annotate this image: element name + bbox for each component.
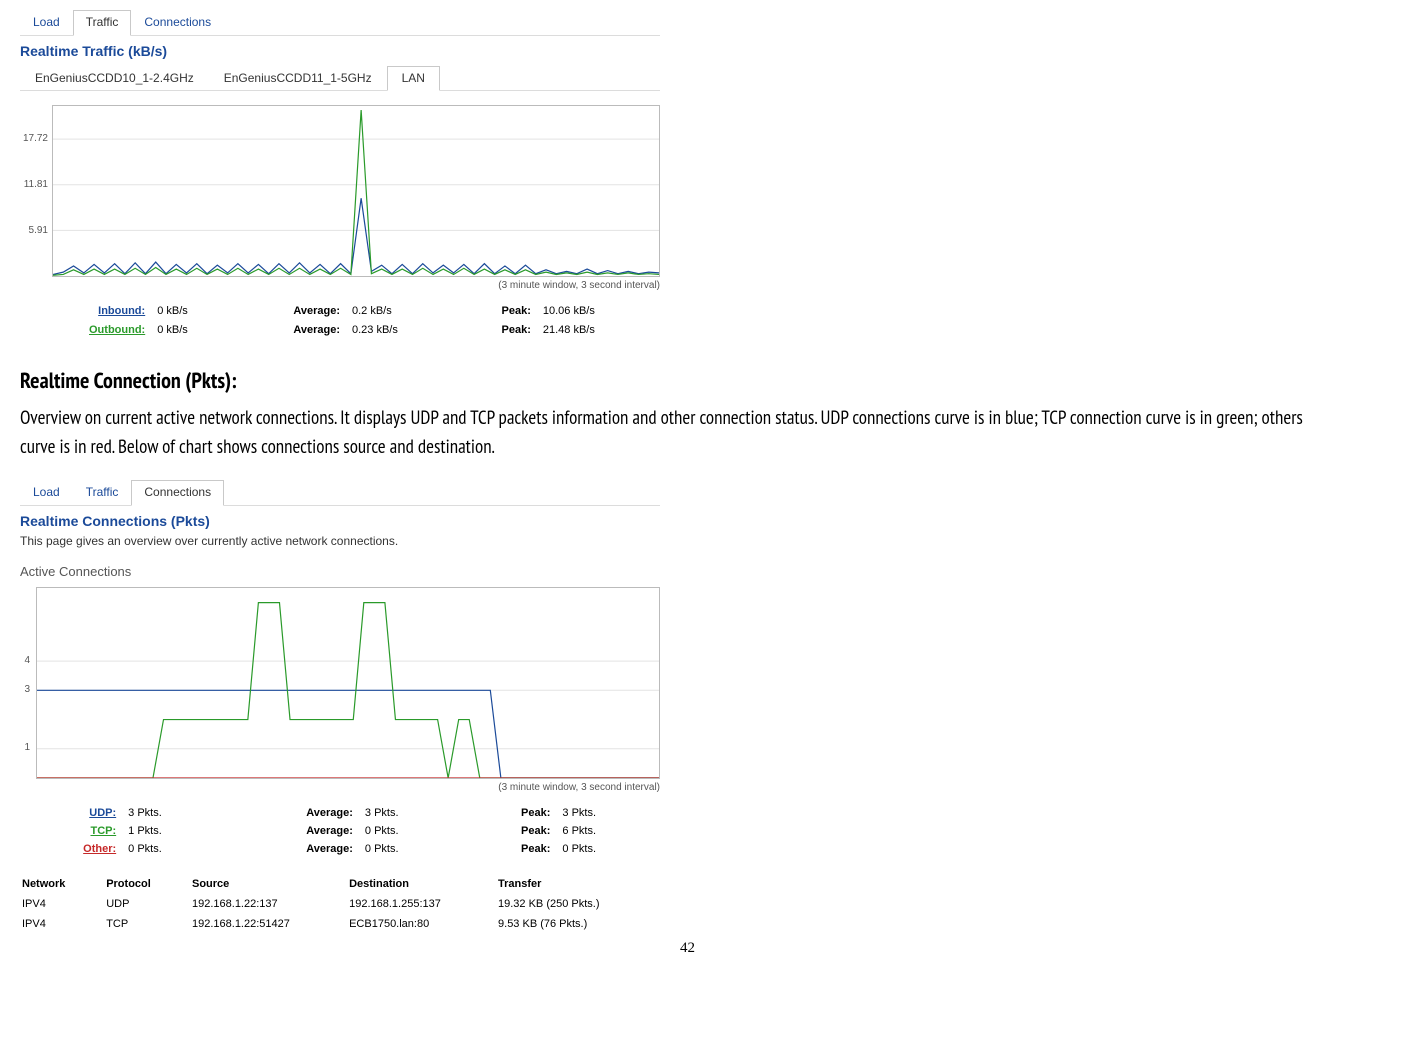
traffic-subtabs: EnGeniusCCDD10_1-2.4GHz EnGeniusCCDD11_1… (20, 66, 660, 92)
tab-connections[interactable]: Connections (131, 10, 224, 35)
cell-destination: 192.168.1.255:137 (349, 895, 496, 913)
th-source: Source (192, 875, 347, 893)
udp-now: 3 Pkts. (122, 804, 226, 822)
tcp-label: TCP: (90, 825, 116, 837)
other-label: Other: (83, 843, 116, 855)
th-protocol: Protocol (106, 875, 190, 893)
udp-label: UDP: (89, 807, 116, 819)
cell-source: 192.168.1.22:137 (192, 895, 347, 913)
traffic-tabbar: Load Traffic Connections (20, 10, 660, 36)
page-number: 42 (680, 939, 1383, 959)
cell-destination: ECB1750.lan:80 (349, 915, 496, 933)
udp-avg-label: Average: (226, 804, 359, 822)
conn-stats: UDP: 3 Pkts. Average: 3 Pkts. Peak: 3 Pk… (20, 804, 660, 859)
outbound-avg: 0.23 kB/s (346, 321, 457, 339)
tcp-now: 1 Pkts. (122, 822, 226, 840)
conn-legend: Active Connections (20, 564, 660, 581)
inbound-now: 0 kB/s (151, 302, 233, 320)
th-transfer: Transfer (498, 875, 658, 893)
traffic-chart (52, 105, 660, 277)
conn-tabbar: Load Traffic Connections (20, 480, 660, 506)
tab-traffic[interactable]: Traffic (73, 10, 132, 36)
subtab-lan[interactable]: LAN (387, 66, 440, 92)
th-network: Network (22, 875, 104, 893)
cell-network: IPV4 (22, 915, 104, 933)
outbound-peak: 21.48 kB/s (537, 321, 660, 339)
outbound-avg-label: Average: (233, 321, 346, 339)
traffic-stats: Inbound: 0 kB/s Average: 0.2 kB/s Peak: … (20, 302, 660, 339)
connections-table: Network Protocol Source Destination Tran… (20, 873, 660, 936)
conn-subtitle: This page gives an overview over current… (20, 534, 660, 550)
udp-peak-label: Peak: (463, 804, 557, 822)
traffic-chart-wrap: 5.9111.8117.72 (52, 105, 660, 277)
udp-avg: 3 Pkts. (359, 804, 463, 822)
cell-protocol: UDP (106, 895, 190, 913)
traffic-panel: Load Traffic Connections Realtime Traffi… (20, 10, 660, 339)
tab-load[interactable]: Load (20, 10, 73, 35)
conn-tab-load[interactable]: Load (20, 480, 73, 505)
other-peak: 0 Pkts. (556, 840, 660, 858)
conn-tab-traffic[interactable]: Traffic (73, 480, 132, 505)
tcp-avg: 0 Pkts. (359, 822, 463, 840)
inbound-label: Inbound: (98, 305, 145, 317)
tcp-peak-label: Peak: (463, 822, 557, 840)
cell-transfer: 19.32 KB (250 Pkts.) (498, 895, 658, 913)
subtab-24ghz[interactable]: EnGeniusCCDD10_1-2.4GHz (20, 66, 209, 91)
outbound-now: 0 kB/s (151, 321, 233, 339)
other-avg-label: Average: (226, 840, 359, 858)
conn-title: Realtime Connections (Pkts) (20, 512, 660, 530)
traffic-caption: (3 minute window, 3 second interval) (20, 279, 660, 292)
conn-chart (36, 587, 660, 779)
table-row: IPV4UDP192.168.1.22:137192.168.1.255:137… (22, 895, 658, 913)
outbound-label: Outbound: (89, 324, 145, 336)
cell-protocol: TCP (106, 915, 190, 933)
outbound-peak-label: Peak: (457, 321, 537, 339)
tcp-peak: 6 Pkts. (556, 822, 660, 840)
cell-network: IPV4 (22, 895, 104, 913)
conn-caption: (3 minute window, 3 second interval) (20, 781, 660, 794)
conn-chart-wrap: 134 (36, 587, 660, 779)
traffic-title: Realtime Traffic (kB/s) (20, 42, 660, 60)
other-avg: 0 Pkts. (359, 840, 463, 858)
connections-panel: Load Traffic Connections Realtime Connec… (20, 480, 660, 935)
table-row: IPV4TCP192.168.1.22:51427ECB1750.lan:809… (22, 915, 658, 933)
other-now: 0 Pkts. (122, 840, 226, 858)
tcp-avg-label: Average: (226, 822, 359, 840)
th-destination: Destination (349, 875, 496, 893)
subtab-5ghz[interactable]: EnGeniusCCDD11_1-5GHz (209, 66, 387, 91)
inbound-avg: 0.2 kB/s (346, 302, 457, 320)
inbound-avg-label: Average: (233, 302, 346, 320)
inbound-peak: 10.06 kB/s (537, 302, 660, 320)
cell-transfer: 9.53 KB (76 Pkts.) (498, 915, 658, 933)
other-peak-label: Peak: (463, 840, 557, 858)
doc-body: Overview on current active network conne… (20, 404, 1340, 463)
doc-heading: Realtime Connection (Pkts): (20, 367, 1383, 396)
udp-peak: 3 Pkts. (556, 804, 660, 822)
inbound-peak-label: Peak: (457, 302, 537, 320)
cell-source: 192.168.1.22:51427 (192, 915, 347, 933)
conn-tab-connections[interactable]: Connections (131, 480, 224, 506)
